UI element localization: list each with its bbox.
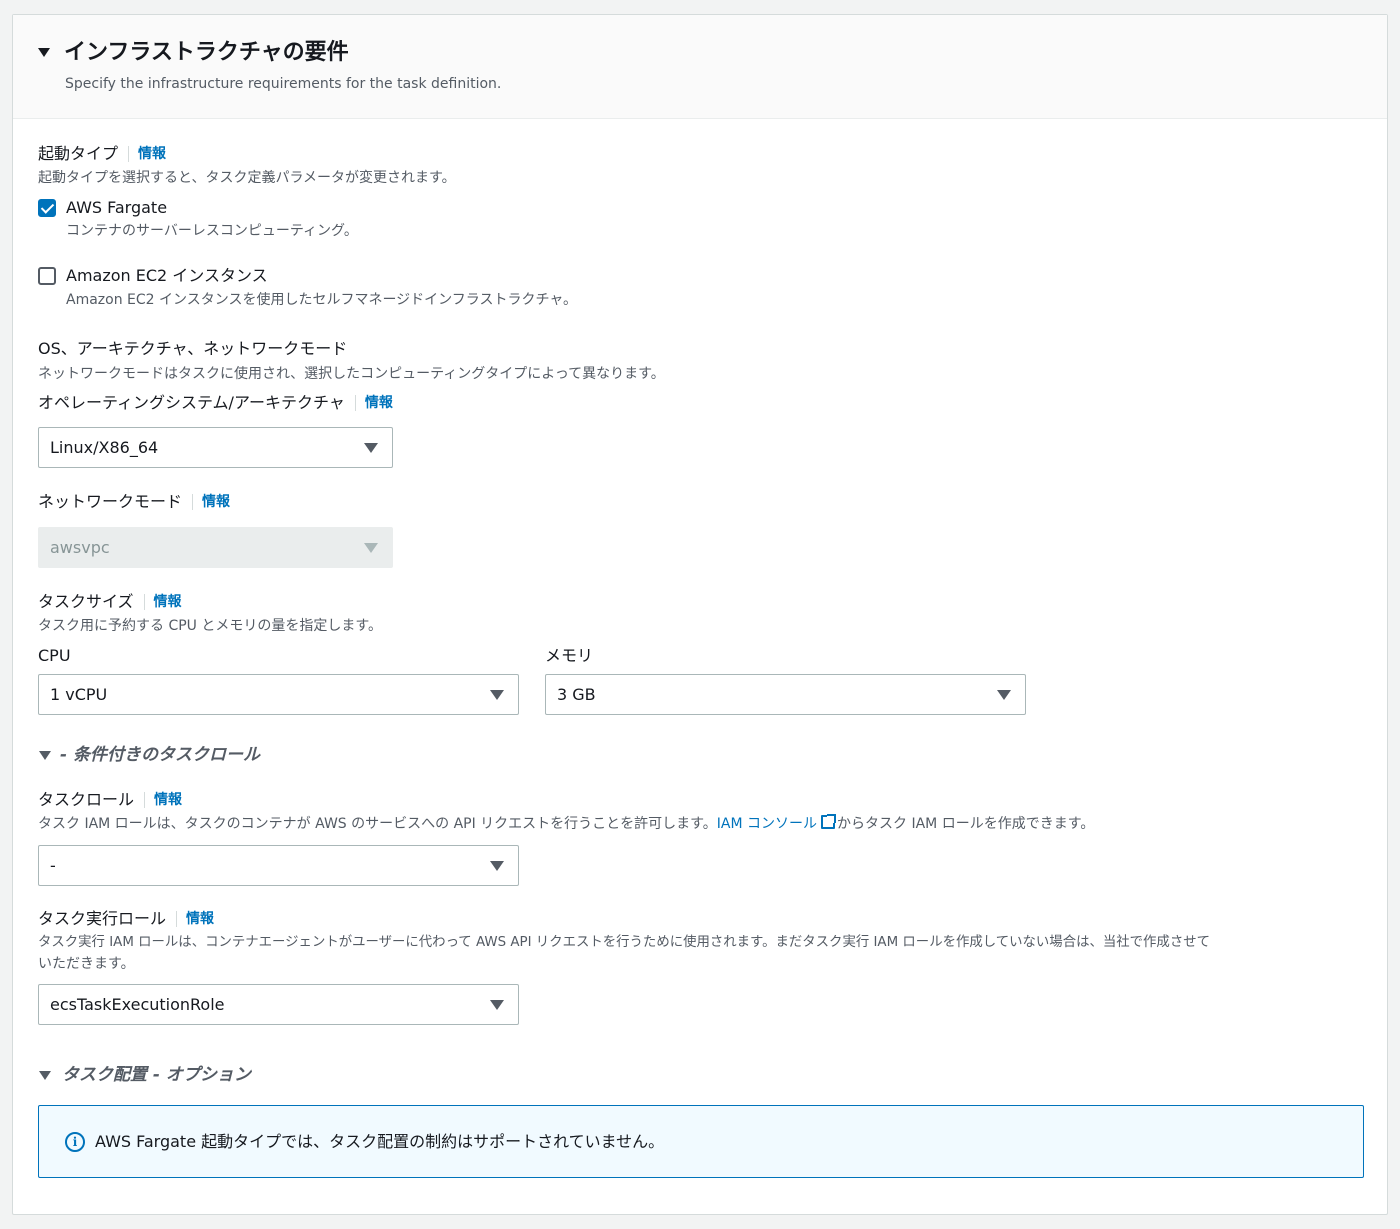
exec-role-info-link[interactable]: 情報 [186,908,214,930]
placement-collapse-caret-icon[interactable] [39,1071,51,1080]
caret-down-icon [364,543,378,553]
info-separator [354,395,356,411]
os-network-heading: OS、アーキテクチャ、ネットワークモード [38,339,348,358]
launch-type-label-row: 起動タイプ 情報 [38,143,166,165]
exec-role-description-line2: いただきます。 [38,956,135,972]
cpu-select-value: 1 vCPU [50,685,108,704]
info-circle-icon: i [65,1132,85,1152]
exec-role-select[interactable]: ecsTaskExecutionRole [38,984,519,1025]
task-role-label-row: タスクロール 情報 [38,789,182,811]
info-separator [128,146,130,162]
caret-down-icon [364,443,378,453]
caret-down-icon [490,1000,504,1010]
memory-select[interactable]: 3 GB [545,674,1026,715]
launch-type-info-link[interactable]: 情報 [138,143,166,165]
exec-role-select-value: ecsTaskExecutionRole [50,995,225,1014]
ec2-label[interactable]: Amazon EC2 インスタンス [66,265,268,287]
caret-down-icon [490,690,504,700]
task-role-info-link[interactable]: 情報 [154,789,182,811]
ec2-checkbox[interactable] [38,267,56,285]
info-separator [176,911,178,927]
task-role-section-title[interactable]: - 条件付きのタスクロール [60,743,260,767]
os-label: オペレーティングシステム/アーキテクチャ [38,393,345,412]
task-size-label-row: タスクサイズ 情報 [38,591,182,613]
task-size-label: タスクサイズ [38,592,134,611]
launch-type-description: 起動タイプを選択すると、タスク定義パラメータが変更されます。 [38,170,456,186]
network-info-link[interactable]: 情報 [202,491,230,513]
section-title: インフラストラクチャの要件 [64,40,349,65]
caret-down-icon [490,861,504,871]
info-separator [192,494,194,510]
infrastructure-panel [12,14,1388,1215]
task-role-desc-after: からタスク IAM ロールを作成できます。 [837,816,1095,832]
task-role-collapse-caret-icon[interactable] [39,751,51,760]
os-label-row: オペレーティングシステム/アーキテクチャ 情報 [38,392,393,414]
exec-role-label: タスク実行ロール [38,909,167,928]
network-mode-value: awsvpc [50,538,110,557]
collapse-caret-icon[interactable] [38,48,50,57]
task-role-select[interactable]: - [38,845,519,886]
task-role-select-value: - [50,856,56,875]
os-info-link[interactable]: 情報 [365,392,393,414]
fargate-checkbox[interactable] [38,199,56,217]
fargate-label[interactable]: AWS Fargate [66,197,167,219]
task-role-description: タスク IAM ロールは、タスクのコンテナが AWS のサービスへの API リ… [38,814,1094,834]
task-role-label: タスクロール [38,790,135,809]
exec-role-description-line1: タスク実行 IAM ロールは、コンテナエージェントがユーザーに代わって AWS … [38,935,1210,950]
cpu-label: CPU [38,646,71,665]
network-mode-select: awsvpc [38,527,393,568]
network-label: ネットワークモード [38,492,183,511]
task-role-desc-before: タスク IAM ロールは、タスクのコンテナが AWS のサービスへの API リ… [38,816,717,832]
launch-type-label: 起動タイプ [38,144,119,163]
info-separator [143,594,145,610]
section-description: Specify the infrastructure requirements … [65,76,502,92]
placement-alert-text: AWS Fargate 起動タイプでは、タスク配置の制約はサポートされていません… [95,1132,665,1151]
task-size-description: タスク用に予約する CPU とメモリの量を指定します。 [38,618,382,634]
os-select-value: Linux/X86_64 [50,438,159,457]
network-label-row: ネットワークモード 情報 [38,491,230,513]
cpu-select[interactable]: 1 vCPU [38,674,519,715]
placement-info-alert: i AWS Fargate 起動タイプでは、タスク配置の制約はサポートされていま… [38,1105,1364,1178]
os-select[interactable]: Linux/X86_64 [38,427,393,468]
task-size-info-link[interactable]: 情報 [154,591,182,613]
exec-role-label-row: タスク実行ロール 情報 [38,908,214,930]
caret-down-icon [997,690,1011,700]
fargate-description: コンテナのサーバーレスコンピューティング。 [66,223,358,239]
memory-select-value: 3 GB [557,685,596,704]
placement-section-title[interactable]: タスク配置 - オプション [62,1063,251,1087]
ec2-description: Amazon EC2 インスタンスを使用したセルフマネージドインフラストラクチャ… [66,292,578,308]
os-network-description: ネットワークモードはタスクに使用され、選択したコンピューティングタイプによって異… [38,366,665,382]
external-link-icon[interactable] [821,814,837,829]
memory-label: メモリ [545,646,594,665]
info-separator [144,792,146,808]
iam-console-link[interactable]: IAM コンソール [717,816,817,832]
